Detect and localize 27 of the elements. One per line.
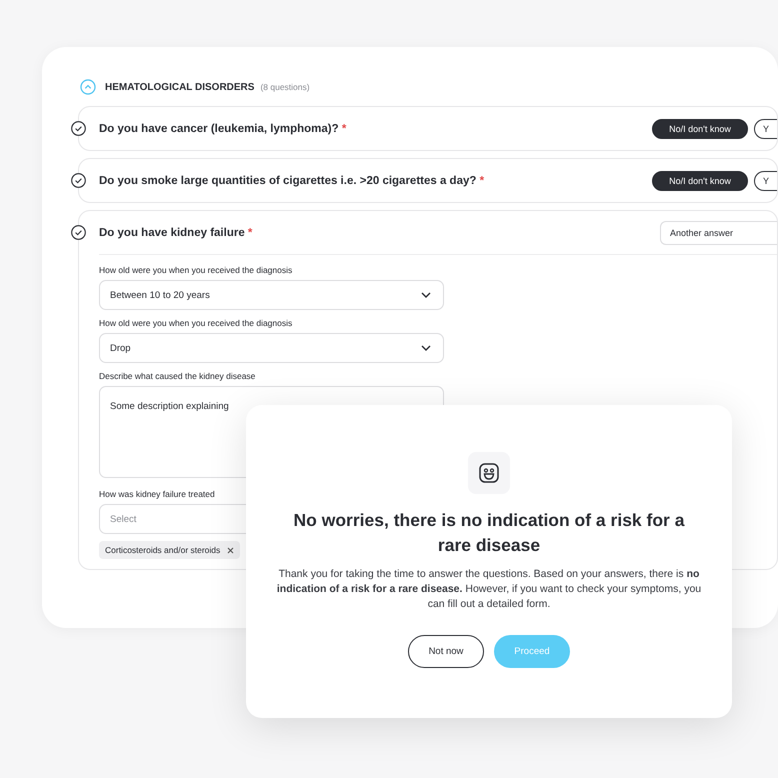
not-now-button[interactable]: Not now (408, 635, 484, 668)
dialog-title: No worries, there is no indication of a risk for a rare disease (292, 509, 686, 557)
dialog-message: Thank you for taking the time to answer the questions. Based on your answers, there is no indication of a risk for a rare disease. However, if you want to check your symptoms, you can fill out a detailed form. (276, 567, 702, 612)
field-label: How was kidney failure treated (99, 489, 216, 499)
check-circle-icon (71, 173, 86, 188)
chevron-down-icon (421, 345, 431, 351)
question-text: Do you smoke large quantities of cigarettes i.e. >20 cigarettes a day? * (99, 174, 484, 186)
question-count: (8 questions) (260, 82, 310, 92)
chevron-down-icon (421, 292, 431, 298)
field-label: Describe what caused the kidney disease (99, 371, 256, 381)
answer-button[interactable]: Y (754, 118, 777, 138)
select-field[interactable]: Between 10 to 20 years (99, 280, 444, 310)
answer-button[interactable]: No/I don't know (652, 118, 748, 138)
remove-icon[interactable] (227, 546, 234, 554)
check-circle-icon (71, 121, 86, 136)
question-text: Do you have cancer (leukemia, lymphoma)? * (99, 122, 346, 134)
question-text: Do you have kidney failure * (99, 226, 252, 238)
section-title: HEMATOLOGICAL DISORDERS (105, 82, 254, 92)
select-field[interactable]: Drop (99, 333, 444, 363)
answer-button[interactable]: Y (754, 170, 777, 190)
answer-button[interactable]: No/I don't know (652, 170, 748, 190)
smiley-icon (478, 462, 500, 484)
check-circle-icon (71, 225, 86, 240)
field-label: How old were you when you received the diagnosis (99, 318, 294, 328)
chip-label: Corticosteroids and/or steroids (105, 545, 220, 555)
field-label: How old were you when you received the diagnosis (99, 265, 294, 275)
answer-field[interactable]: Another answer (660, 220, 777, 244)
